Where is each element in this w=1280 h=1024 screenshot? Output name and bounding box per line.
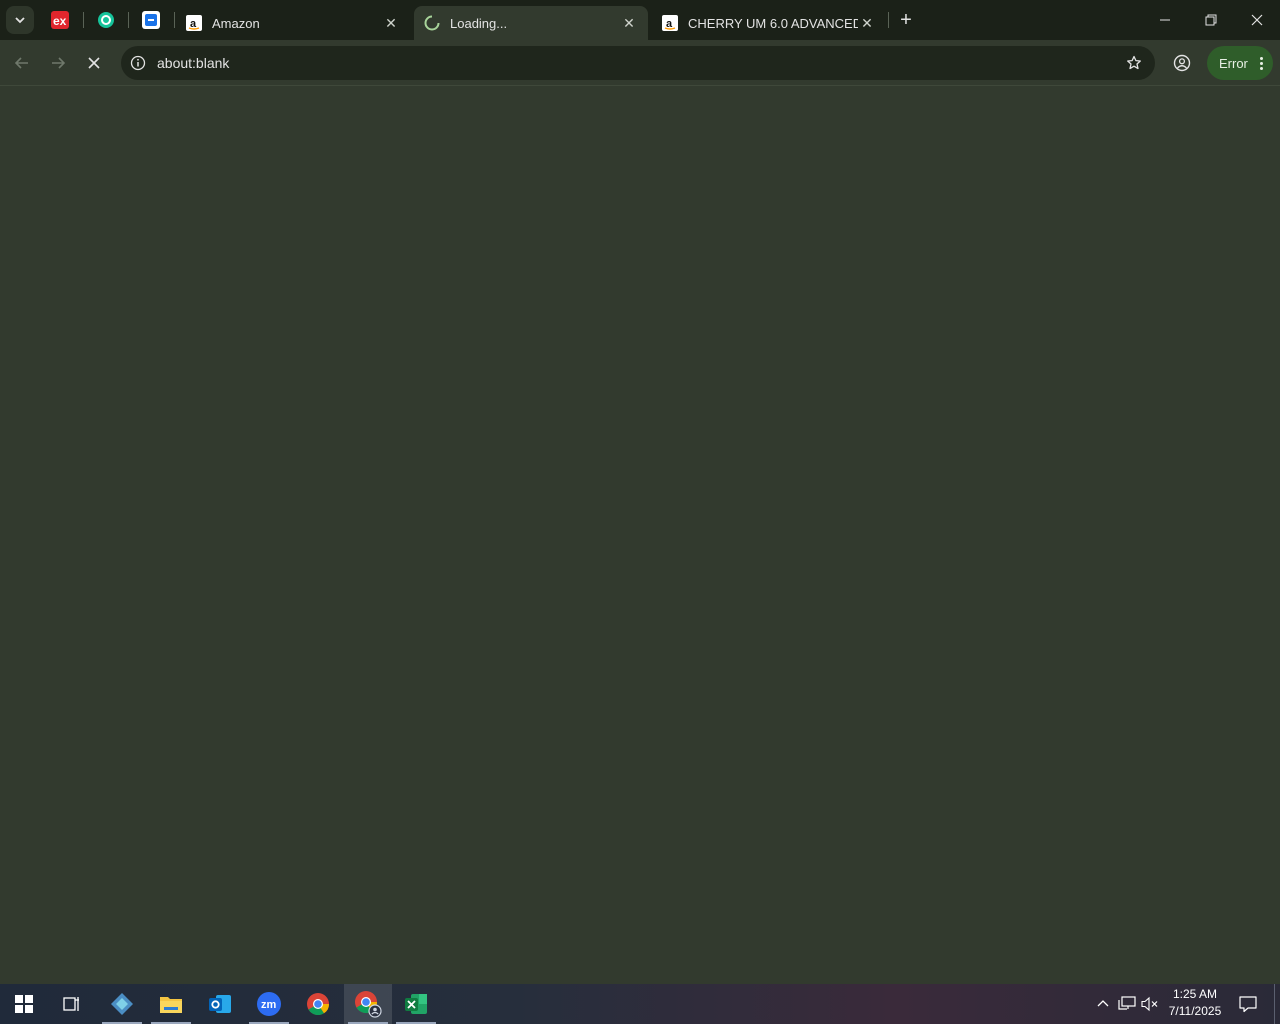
outlook-icon xyxy=(209,995,231,1013)
page-content xyxy=(0,87,1280,983)
windows-taskbar: zm 1:25 AM 7/11/2025 xyxy=(0,984,1280,1024)
notification-icon xyxy=(1239,996,1257,1013)
taskbar-app-zoom[interactable]: zm xyxy=(245,984,293,1024)
amazon-icon: a xyxy=(662,15,678,31)
zoom-icon: zm xyxy=(257,992,281,1016)
tab-strip: ex a Amazon ✕ Loading... ✕ a CHERRY UM 6… xyxy=(0,0,1280,40)
close-icon xyxy=(88,57,100,69)
tab-search-button[interactable] xyxy=(6,6,34,34)
tab-cherry-amazon[interactable]: a CHERRY UM 6.0 ADVANCED, U ✕ xyxy=(652,6,886,40)
show-desktop-button[interactable] xyxy=(1274,984,1280,1024)
start-icon xyxy=(15,995,33,1013)
back-button[interactable] xyxy=(6,47,38,79)
close-icon[interactable]: ✕ xyxy=(620,14,638,32)
tab-separator xyxy=(174,12,175,28)
profile-button[interactable] xyxy=(1167,47,1197,79)
minimize-button[interactable] xyxy=(1142,0,1188,40)
tab-separator xyxy=(128,12,129,28)
tab-title: Loading... xyxy=(450,15,508,31)
chevron-up-icon xyxy=(1097,1000,1109,1007)
file-explorer-icon xyxy=(160,997,182,1013)
pinned-tab-google-docs[interactable] xyxy=(139,8,163,32)
network-status-button[interactable] xyxy=(1116,984,1138,1024)
address-text[interactable]: about:blank xyxy=(157,55,1119,71)
tab-separator xyxy=(83,12,84,28)
network-icon xyxy=(1118,996,1136,1010)
clock-time: 1:25 AM xyxy=(1172,987,1218,1001)
chrome-icon xyxy=(307,993,330,1016)
taskbar-app-zoom-workplace[interactable] xyxy=(98,984,146,1024)
zoom-workplace-icon xyxy=(111,993,133,1015)
clock-date: 7/11/2025 xyxy=(1168,1004,1222,1018)
show-hidden-icons-button[interactable] xyxy=(1094,984,1112,1024)
address-bar[interactable]: about:blank xyxy=(121,46,1155,80)
taskbar-app-outlook[interactable] xyxy=(196,984,244,1024)
forward-arrow-icon xyxy=(52,57,66,69)
close-icon xyxy=(1251,14,1263,26)
task-view-button[interactable] xyxy=(48,984,96,1024)
close-window-button[interactable] xyxy=(1234,0,1280,40)
pinned-tab-expedia[interactable]: ex xyxy=(48,8,72,32)
restore-button[interactable] xyxy=(1188,0,1234,40)
new-tab-button[interactable]: + xyxy=(894,8,918,32)
task-view-icon xyxy=(63,997,79,1011)
amazon-icon: a xyxy=(186,15,202,31)
chrome-profile-icon xyxy=(355,991,382,1018)
restore-icon xyxy=(1205,14,1217,26)
expedia-icon: ex xyxy=(51,11,69,29)
volume-muted-icon xyxy=(1141,996,1158,1012)
pinned-tab-grammarly[interactable] xyxy=(94,8,118,32)
svg-text:zm: zm xyxy=(261,999,277,1011)
notification-center-button[interactable] xyxy=(1234,984,1262,1024)
kebab-menu-icon xyxy=(1259,56,1263,70)
loading-spinner-icon xyxy=(424,15,440,31)
volume-button[interactable] xyxy=(1140,984,1160,1024)
minimize-icon xyxy=(1160,19,1170,21)
forward-button[interactable] xyxy=(42,47,74,79)
excel-icon xyxy=(405,994,427,1014)
start-button[interactable] xyxy=(0,984,48,1024)
tab-separator xyxy=(888,12,889,28)
error-label: Error xyxy=(1219,55,1248,71)
browser-toolbar: about:blank Error xyxy=(0,40,1280,86)
back-arrow-icon xyxy=(14,57,28,69)
grammarly-icon xyxy=(98,12,114,28)
profile-error-menu-button[interactable]: Error xyxy=(1207,46,1273,80)
bookmark-star-icon[interactable] xyxy=(1119,48,1149,78)
close-icon[interactable]: ✕ xyxy=(382,14,400,32)
taskbar-clock[interactable]: 1:25 AM 7/11/2025 xyxy=(1162,986,1228,1022)
profile-icon xyxy=(1173,54,1191,72)
taskbar-app-chrome-profile[interactable] xyxy=(344,984,392,1024)
stop-loading-button[interactable] xyxy=(78,47,110,79)
tab-amazon[interactable]: a Amazon ✕ xyxy=(176,6,410,40)
taskbar-app-excel[interactable] xyxy=(392,984,440,1024)
tab-loading[interactable]: Loading... ✕ xyxy=(414,6,648,40)
taskbar-app-chrome[interactable] xyxy=(294,984,342,1024)
site-info-icon[interactable] xyxy=(129,54,147,72)
close-icon[interactable]: ✕ xyxy=(858,14,876,32)
chevron-down-icon xyxy=(15,17,25,24)
tab-title: Amazon xyxy=(212,15,260,31)
taskbar-app-file-explorer[interactable] xyxy=(147,984,195,1024)
svg-text:ex: ex xyxy=(53,14,67,28)
tab-title: CHERRY UM 6.0 ADVANCED, U xyxy=(688,15,858,31)
plus-icon: + xyxy=(900,8,912,31)
google-docs-icon xyxy=(142,11,160,29)
